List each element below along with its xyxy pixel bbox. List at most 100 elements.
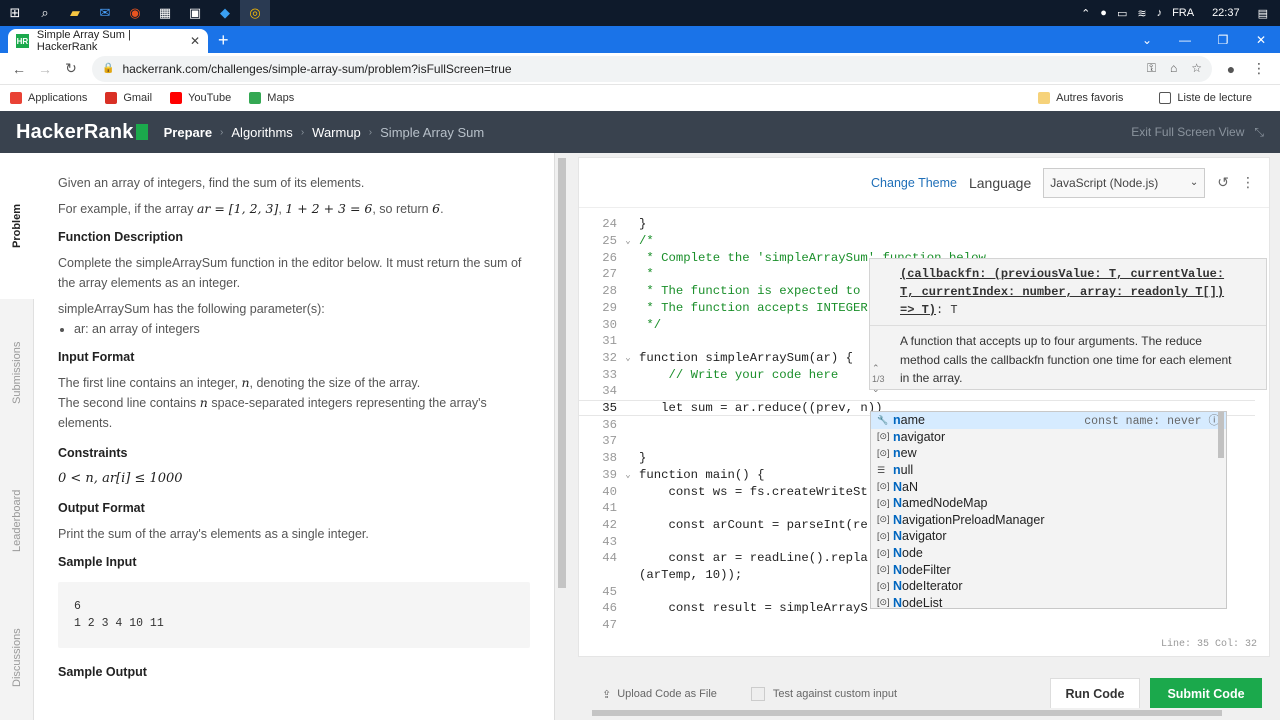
suggestion-match: n bbox=[893, 413, 901, 428]
back-icon[interactable]: ← bbox=[6, 61, 32, 77]
suggestion-item[interactable]: [⊙] NavigationPreloadManager bbox=[871, 512, 1226, 529]
fold-chevron-icon[interactable]: ⌄ bbox=[617, 353, 639, 363]
browser-tab[interactable]: HR Simple Array Sum | HackerRank ✕ bbox=[8, 29, 208, 53]
code-line[interactable]: 24} bbox=[579, 216, 1255, 233]
problem-scrollbar[interactable] bbox=[554, 153, 568, 720]
tab-search-icon[interactable]: ⌄ bbox=[1128, 26, 1166, 53]
breadcrumb-prepare[interactable]: Prepare bbox=[164, 125, 212, 140]
other-favorites[interactable]: Autres favoris bbox=[1038, 92, 1123, 104]
language-select[interactable]: JavaScript (Node.js) ⌄ bbox=[1043, 167, 1206, 198]
suggestion-item[interactable]: [⊙] NodeList bbox=[871, 595, 1226, 608]
close-window-icon[interactable]: ✕ bbox=[1242, 26, 1280, 53]
suggestion-item[interactable]: [⊙] n avigator bbox=[871, 429, 1226, 446]
suggestion-item[interactable]: ☰ n ull bbox=[871, 462, 1226, 479]
code-text: } bbox=[639, 217, 647, 232]
minimize-icon[interactable]: — bbox=[1166, 26, 1204, 53]
breadcrumb: Prepare › Algorithms › Warmup › Simple A… bbox=[164, 125, 485, 140]
store-icon[interactable]: ▣ bbox=[180, 0, 210, 26]
upload-code-button[interactable]: ⇪ Upload Code as File bbox=[602, 688, 717, 701]
reload-icon[interactable]: ↻ bbox=[58, 60, 84, 77]
line-number: 47 bbox=[602, 618, 617, 628]
suggest-scrollbar[interactable] bbox=[1218, 412, 1224, 458]
bookmark-youtube[interactable]: YouTube bbox=[170, 92, 231, 104]
calculator-icon[interactable]: ▦ bbox=[150, 0, 180, 26]
symbol-kind-icon: [⊙] bbox=[877, 431, 890, 442]
menu-dots-icon[interactable]: ⋮ bbox=[1252, 60, 1266, 77]
chrome-icon[interactable]: ◎ bbox=[240, 0, 270, 26]
battery-icon[interactable]: ▭ bbox=[1117, 7, 1127, 20]
hackerrank-logo[interactable]: HackerRank bbox=[16, 121, 148, 144]
mic-icon[interactable]: ● bbox=[1100, 7, 1107, 19]
search-icon[interactable]: ⌕ bbox=[30, 0, 60, 26]
volume-icon[interactable]: ♪ bbox=[1157, 7, 1163, 19]
checkbox[interactable] bbox=[750, 687, 765, 701]
page-scrollbar[interactable] bbox=[1270, 153, 1280, 720]
chevron-down-icon[interactable]: ⌄ bbox=[872, 384, 885, 395]
suggestion-item[interactable]: 🔧 n ame const name: never ⓘ bbox=[871, 412, 1226, 429]
breadcrumb-warmup[interactable]: Warmup bbox=[312, 125, 361, 140]
bookmark-gmail[interactable]: Gmail bbox=[105, 92, 152, 104]
suggestion-item[interactable]: [⊙] NaN bbox=[871, 478, 1226, 495]
params-list: ar: an array of integers bbox=[74, 319, 530, 339]
suggestion-item[interactable]: [⊙] NodeIterator bbox=[871, 578, 1226, 595]
suggestion-item[interactable]: [⊙] Navigator bbox=[871, 528, 1226, 545]
profile-icon[interactable]: ● bbox=[1218, 61, 1244, 77]
tab-submissions[interactable]: Submissions bbox=[0, 299, 34, 447]
more-options-icon[interactable]: ⋮ bbox=[1241, 174, 1255, 191]
translate-icon[interactable]: ⌂ bbox=[1170, 61, 1177, 76]
fold-chevron-icon[interactable]: ⌄ bbox=[617, 470, 639, 480]
file-explorer-icon[interactable]: ▰ bbox=[60, 0, 90, 26]
language-indicator[interactable]: FRA bbox=[1172, 7, 1194, 19]
bookmark-applications[interactable]: Applications bbox=[10, 92, 87, 104]
ubuntu-icon[interactable]: ◉ bbox=[120, 0, 150, 26]
folder-icon bbox=[1038, 92, 1051, 104]
breadcrumb-algorithms[interactable]: Algorithms bbox=[231, 125, 292, 140]
windows-start-icon[interactable]: ⊞ bbox=[0, 0, 30, 26]
code-line[interactable]: 47 bbox=[579, 617, 1255, 628]
notification-icon[interactable]: ▤ bbox=[1258, 7, 1268, 20]
chevron-up-icon[interactable]: ⌃ bbox=[872, 363, 885, 374]
forward-icon[interactable]: → bbox=[32, 61, 58, 77]
tab-problem[interactable]: Problem bbox=[0, 153, 34, 299]
clock[interactable]: 22:37 bbox=[1212, 7, 1240, 19]
editor-hscrollbar[interactable] bbox=[578, 708, 1268, 718]
symbol-kind-icon: [⊙] bbox=[877, 597, 890, 608]
tab-discussions[interactable]: Discussions bbox=[0, 595, 34, 720]
bookmark-maps[interactable]: Maps bbox=[249, 92, 294, 104]
chevron-up-icon[interactable]: ⌃ bbox=[1081, 7, 1090, 20]
mail-icon[interactable]: ✉ bbox=[90, 0, 120, 26]
fold-chevron-icon[interactable]: ⌄ bbox=[617, 236, 639, 246]
suggestion-item[interactable]: [⊙] NamedNodeMap bbox=[871, 495, 1226, 512]
history-icon[interactable]: ↺ bbox=[1217, 174, 1229, 191]
exit-fullscreen-button[interactable]: Exit Full Screen View ⤡ bbox=[1131, 125, 1264, 140]
vscode-icon[interactable]: ◆ bbox=[210, 0, 240, 26]
star-icon[interactable]: ☆ bbox=[1191, 61, 1202, 76]
suggestion-item[interactable]: [⊙] Node bbox=[871, 545, 1226, 562]
url-input[interactable]: 🔒 hackerrank.com/challenges/simple-array… bbox=[92, 55, 1212, 82]
change-theme-link[interactable]: Change Theme bbox=[871, 176, 957, 190]
key-icon[interactable]: ⚿ bbox=[1147, 61, 1156, 76]
scroll-thumb[interactable] bbox=[592, 710, 1222, 716]
suggestion-item[interactable]: [⊙] NodeFilter bbox=[871, 561, 1226, 578]
wifi-icon[interactable]: ≋ bbox=[1137, 7, 1146, 20]
code-line[interactable]: 25 ⌄/* bbox=[579, 233, 1255, 250]
submit-code-button[interactable]: Submit Code bbox=[1150, 678, 1262, 710]
line-number: 46 bbox=[602, 601, 617, 616]
custom-input-checkbox[interactable]: Test against custom input bbox=[750, 687, 897, 701]
code-text: /* bbox=[639, 234, 654, 249]
params-intro: simpleArraySum has the following paramet… bbox=[58, 302, 325, 316]
close-tab-icon[interactable]: ✕ bbox=[190, 34, 200, 48]
lock-icon[interactable]: 🔒 bbox=[102, 63, 114, 74]
reading-list[interactable]: Liste de lecture bbox=[1159, 92, 1252, 104]
language-value: JavaScript (Node.js) bbox=[1050, 175, 1159, 190]
new-tab-button[interactable]: + bbox=[218, 29, 229, 53]
tab-leaderboard[interactable]: Leaderboard bbox=[0, 447, 34, 595]
scroll-thumb[interactable] bbox=[558, 158, 566, 588]
suggestion-item[interactable]: [⊙] n ew bbox=[871, 445, 1226, 462]
symbol-kind-icon: [⊙] bbox=[877, 481, 890, 492]
line-number: 44 bbox=[602, 551, 617, 566]
maximize-icon[interactable]: ❐ bbox=[1204, 26, 1242, 53]
hint-pager[interactable]: ⌃ 1/3 ⌄ bbox=[872, 363, 885, 395]
other-favorites-label: Autres favoris bbox=[1056, 92, 1124, 104]
run-code-button[interactable]: Run Code bbox=[1050, 678, 1140, 710]
